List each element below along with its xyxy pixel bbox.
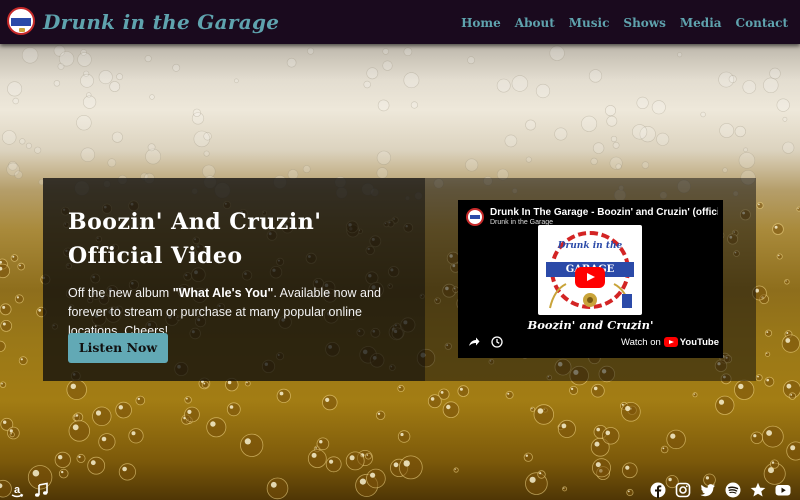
twitter-icon[interactable] [700,482,716,498]
feature-title: Boozin' And Cruzin' Official Video [68,205,408,273]
clock-icon[interactable] [491,336,503,348]
youtube-embed[interactable]: Drunk In The Garage - Boozin' and Cruzin… [458,200,723,358]
youtube-play-icon [663,337,678,347]
site-header: Drunk in the Garage Home About Music Sho… [0,0,800,44]
nav-home[interactable]: Home [461,14,501,32]
instagram-icon[interactable] [675,482,691,498]
band-logo[interactable] [7,7,35,35]
svg-text:a: a [14,484,21,496]
facebook-icon[interactable] [650,482,666,498]
feature-title-line1: Boozin' And Cruzin' [68,209,322,235]
nav-music[interactable]: Music [569,14,610,32]
star-icon[interactable] [750,482,766,498]
channel-avatar[interactable] [466,208,484,226]
video-caption: Boozin' and Cruzin' [527,318,654,332]
nav-about[interactable]: About [515,14,555,32]
album-name: "What Ale's You" [172,286,274,300]
spotify-icon[interactable] [725,482,741,498]
feature-title-line2: Official Video [68,243,243,269]
listen-now-button[interactable]: Listen Now [68,333,168,363]
site-title[interactable]: Drunk in the Garage [43,9,279,35]
nav-media[interactable]: Media [680,14,722,32]
youtube-logo: YouTube [663,337,719,348]
youtube-icon[interactable] [775,482,791,498]
amazon-icon[interactable]: a [9,482,25,498]
music-note-icon[interactable] [33,482,49,498]
watch-on-label: Watch on [621,336,661,348]
play-button[interactable] [575,267,605,288]
thumb-logo-text: Drunk in the [557,241,623,251]
video-title[interactable]: Drunk In The Garage - Boozin' and Cruzin… [490,207,718,218]
nav-shows[interactable]: Shows [623,14,665,32]
main-nav: Home About Music Shows Media Contact [461,14,788,32]
feature-text-before: Off the new album [68,286,173,300]
share-icon[interactable] [468,336,480,348]
watch-on-youtube[interactable]: Watch on YouTube [621,335,719,349]
nav-contact[interactable]: Contact [736,14,788,32]
